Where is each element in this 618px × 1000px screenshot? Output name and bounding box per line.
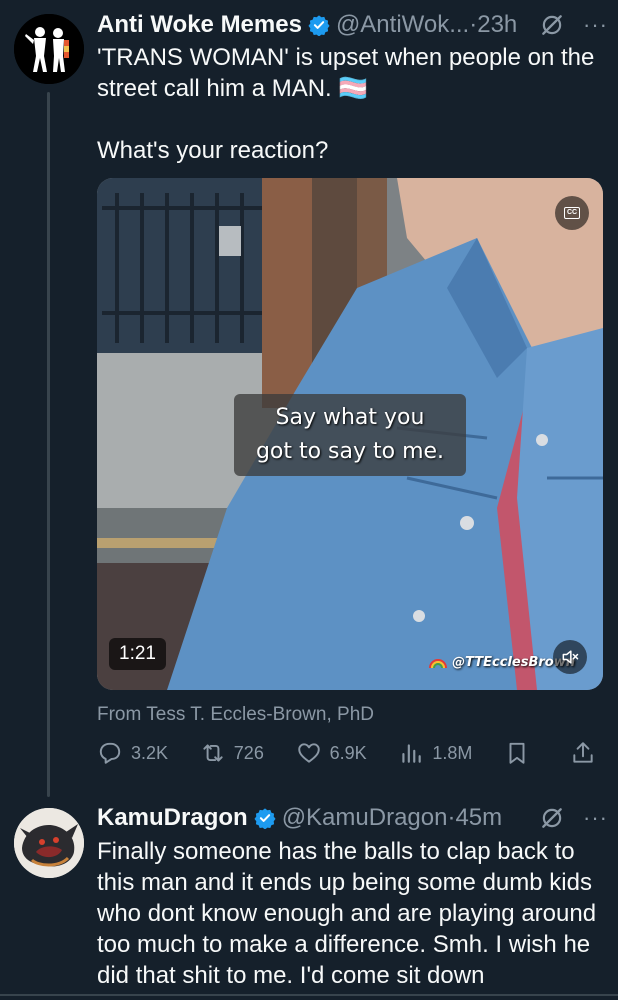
timeline: Anti Woke Memes @AntiWok... ·23h ··· 'TR…	[0, 0, 618, 1000]
mute-button[interactable]	[553, 640, 587, 674]
tweet-header: Anti Woke Memes @AntiWok... ·23h ···	[97, 10, 608, 40]
avatar-silhouette-image	[14, 14, 84, 84]
video-source-attribution[interactable]: From Tess T. Eccles-Brown, PhD	[97, 703, 374, 727]
thread-connector-line	[47, 92, 50, 797]
views-icon	[402, 744, 422, 763]
tweet-time[interactable]: ·45m	[447, 803, 502, 833]
author-name[interactable]: KamuDragon	[97, 803, 248, 833]
tweet-time[interactable]: ·23h	[469, 10, 517, 40]
like-button[interactable]: 6.9K	[296, 740, 367, 766]
tweet-actions: 3.2K 726 6.9K 1.8M	[97, 737, 604, 769]
more-icon[interactable]: ···	[583, 803, 608, 833]
share-icon	[573, 742, 593, 763]
tweet-text: 'TRANS WOMAN' is upset when people on th…	[97, 44, 595, 164]
view-count: 1.8M	[432, 742, 473, 763]
captions-button[interactable]: CC	[555, 196, 589, 230]
cc-icon: CC	[564, 207, 580, 219]
bookmark-icon	[509, 742, 525, 764]
grok-icon[interactable]	[539, 12, 565, 38]
video-player[interactable]: CC Say what you got to say to me. 1:21 @…	[97, 178, 603, 690]
reply-count: 3.2K	[131, 742, 169, 763]
video-duration: 1:21	[109, 638, 166, 670]
verified-badge-icon	[254, 808, 276, 829]
verified-badge-icon	[308, 15, 330, 36]
avatar-dragon-image	[14, 808, 84, 878]
avatar[interactable]	[14, 14, 84, 84]
avatar[interactable]	[14, 808, 84, 878]
author-name[interactable]: Anti Woke Memes	[97, 10, 302, 40]
repost-icon	[203, 744, 223, 762]
repost-count: 726	[233, 742, 264, 763]
reply-button[interactable]: 3.2K	[97, 740, 168, 766]
video-caption: Say what you got to say to me.	[234, 394, 466, 476]
repost-button[interactable]: 726	[200, 740, 264, 766]
rainbow-icon	[429, 658, 448, 668]
author-handle[interactable]: @KamuDragon	[282, 803, 448, 833]
share-button[interactable]	[570, 740, 604, 766]
mute-icon	[562, 650, 579, 664]
views-button[interactable]: 1.8M	[398, 740, 472, 766]
reply-icon	[99, 742, 121, 764]
bookmark-button[interactable]	[504, 740, 538, 766]
like-count: 6.9K	[329, 742, 367, 763]
more-icon[interactable]: ···	[583, 10, 608, 40]
grok-icon[interactable]	[539, 805, 565, 831]
divider	[0, 994, 618, 996]
tweet-header: KamuDragon @KamuDragon ·45m ···	[97, 803, 608, 833]
like-icon	[297, 743, 320, 763]
tweet-text: Finally someone has the balls to clap ba…	[97, 838, 597, 989]
author-handle[interactable]: @AntiWok...	[336, 10, 469, 40]
